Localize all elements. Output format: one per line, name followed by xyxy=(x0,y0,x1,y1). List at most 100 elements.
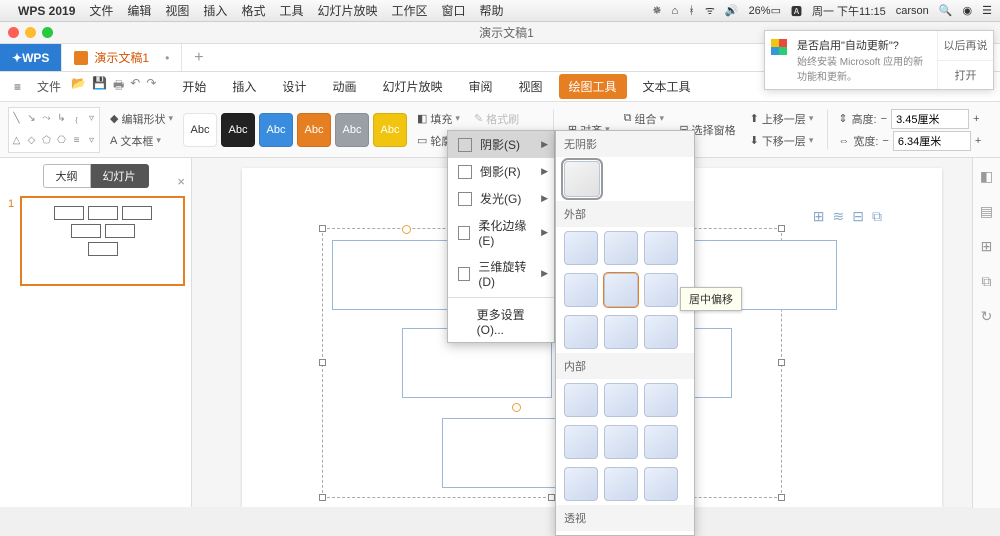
shadow-preset[interactable] xyxy=(564,273,598,307)
bluetooth-icon[interactable]: ᚼ xyxy=(688,5,695,17)
ribbon-tab-slideshow[interactable]: 幻灯片放映 xyxy=(372,74,452,99)
shape-gallery[interactable]: ╲↘⤳↳﹛▿ △◇⬠⎔≡▿ xyxy=(8,107,100,153)
save-icon[interactable]: 💾 xyxy=(92,76,107,97)
rail-icon[interactable]: ⧉ xyxy=(982,273,992,290)
file-menu[interactable]: 文件 xyxy=(31,74,67,99)
menu-view[interactable]: 视图 xyxy=(165,2,189,19)
shadow-preset[interactable] xyxy=(604,383,638,417)
height-input[interactable] xyxy=(891,109,969,129)
notification-center-icon[interactable]: ☰ xyxy=(982,4,992,17)
style-swatch[interactable]: Abc xyxy=(335,113,369,147)
ribbon-tab-design[interactable]: 设计 xyxy=(272,74,316,99)
style-swatches[interactable]: Abc Abc Abc Abc Abc Abc xyxy=(183,113,407,147)
siri-icon[interactable]: ◉ xyxy=(963,4,973,17)
shadow-preset-hover[interactable] xyxy=(604,273,638,307)
style-swatch[interactable]: Abc xyxy=(373,113,407,147)
menu-tools[interactable]: 工具 xyxy=(279,2,303,19)
shadow-preset[interactable] xyxy=(644,315,678,349)
shadow-preset[interactable] xyxy=(604,231,638,265)
panel-close-icon[interactable]: × xyxy=(177,174,185,189)
menu-window[interactable]: 窗口 xyxy=(442,2,466,19)
style-swatch[interactable]: Abc xyxy=(259,113,293,147)
notification-later-button[interactable]: 以后再说 xyxy=(938,31,993,61)
ribbon-tab-animation[interactable]: 动画 xyxy=(322,74,366,99)
align-tool-icon[interactable]: ⊟ xyxy=(852,208,864,225)
shadow-preset[interactable] xyxy=(644,231,678,265)
slides-tab[interactable]: 幻灯片 xyxy=(91,164,149,188)
effect-shadow[interactable]: 阴影(S)▶ xyxy=(448,131,554,158)
format-painter-button[interactable]: ✎ 格式刷 xyxy=(470,109,543,129)
wechat-icon[interactable]: ✵ xyxy=(652,4,661,17)
tab-wps-home[interactable]: ✦ WPS xyxy=(0,44,62,71)
style-swatch[interactable]: Abc xyxy=(221,113,255,147)
shadow-preset[interactable] xyxy=(564,425,598,459)
user-name[interactable]: carson xyxy=(896,5,929,17)
width-input[interactable] xyxy=(893,131,971,151)
menu-format[interactable]: 格式 xyxy=(241,2,265,19)
shadow-preset[interactable] xyxy=(644,425,678,459)
menu-slideshow[interactable]: 幻灯片放映 xyxy=(317,2,377,19)
shadow-preset[interactable] xyxy=(644,467,678,501)
ribbon-tab-view[interactable]: 视图 xyxy=(508,74,552,99)
style-swatch[interactable]: Abc xyxy=(297,113,331,147)
textbox-button[interactable]: A 文本框 ▾ xyxy=(106,131,177,151)
ribbon-tab-drawing-tools[interactable]: 绘图工具 xyxy=(559,74,627,99)
shadow-preset[interactable] xyxy=(604,425,638,459)
rail-icon[interactable]: ↻ xyxy=(981,308,993,325)
effect-more-settings[interactable]: 更多设置(O)... xyxy=(448,301,554,342)
tab-add[interactable]: + xyxy=(182,44,215,71)
hamburger-icon[interactable]: ≡ xyxy=(8,76,27,98)
align-tool-icon[interactable]: ⊞ xyxy=(813,208,825,225)
shadow-none[interactable] xyxy=(564,161,600,197)
undo-icon[interactable]: ↶ xyxy=(130,76,140,97)
volume-icon[interactable]: 🔊 xyxy=(725,4,739,17)
menu-edit[interactable]: 编辑 xyxy=(127,2,151,19)
edit-shape-button[interactable]: ◆ 编辑形状 ▾ xyxy=(106,109,177,129)
open-icon[interactable]: 📂 xyxy=(71,76,86,97)
clock[interactable]: 周一 下午11:15 xyxy=(812,3,886,19)
align-tool-icon[interactable]: ⧉ xyxy=(872,208,882,225)
rail-icon[interactable]: ▤ xyxy=(980,203,993,220)
tab-close-icon[interactable]: • xyxy=(165,51,169,65)
effect-3d-rotation[interactable]: 三维旋转(D)▶ xyxy=(448,253,554,294)
slide-thumbnail[interactable]: 1 xyxy=(20,196,185,286)
ribbon-tab-start[interactable]: 开始 xyxy=(172,74,216,99)
effect-soft-edges[interactable]: 柔化边缘(E)▶ xyxy=(448,212,554,253)
menu-insert[interactable]: 插入 xyxy=(203,2,227,19)
rail-icon[interactable]: ◧ xyxy=(980,168,993,185)
redo-icon[interactable]: ↷ xyxy=(146,76,156,97)
shadow-preset[interactable] xyxy=(564,383,598,417)
menu-help[interactable]: 帮助 xyxy=(480,2,504,19)
rail-icon[interactable]: ⊞ xyxy=(981,238,993,255)
style-swatch[interactable]: Abc xyxy=(183,113,217,147)
input-source-icon[interactable]: 🅰 xyxy=(791,3,802,19)
ribbon-tab-text-tools[interactable]: 文本工具 xyxy=(633,74,701,99)
wifi-icon[interactable]: ᯤ xyxy=(705,3,715,18)
effect-reflection[interactable]: 倒影(R)▶ xyxy=(448,158,554,185)
align-tool-icon[interactable]: ≋ xyxy=(833,208,845,225)
ribbon-tab-review[interactable]: 审阅 xyxy=(458,74,502,99)
battery-status[interactable]: 26% ▭ xyxy=(749,4,781,17)
outline-tab[interactable]: 大纲 xyxy=(43,164,91,188)
ribbon-tab-insert[interactable]: 插入 xyxy=(222,74,266,99)
fill-button[interactable]: ◧ 填充 ▾ xyxy=(413,109,464,129)
tab-document[interactable]: 演示文稿1 • xyxy=(62,44,182,71)
shadow-preset[interactable] xyxy=(644,273,678,307)
shadow-preset[interactable] xyxy=(564,315,598,349)
shadow-preset[interactable] xyxy=(564,231,598,265)
app-name[interactable]: WPS 2019 xyxy=(18,4,75,18)
shadow-preset[interactable] xyxy=(564,467,598,501)
shadow-preset[interactable] xyxy=(604,315,638,349)
spotlight-icon[interactable]: 🔍 xyxy=(939,4,953,17)
bring-forward-button[interactable]: ⬆ 上移一层 ▾ xyxy=(746,109,818,129)
send-backward-button[interactable]: ⬇ 下移一层 ▾ xyxy=(746,131,818,151)
effect-glow[interactable]: 发光(G)▶ xyxy=(448,185,554,212)
menu-workspace[interactable]: 工作区 xyxy=(391,2,427,19)
screencast-icon[interactable]: ⌂ xyxy=(672,5,679,17)
shadow-preset[interactable] xyxy=(644,383,678,417)
group-button[interactable]: ⧉ 组合 ▾ xyxy=(620,109,670,129)
shadow-preset[interactable] xyxy=(604,467,638,501)
menu-file[interactable]: 文件 xyxy=(89,2,113,19)
print-icon[interactable]: 🖶 xyxy=(113,76,124,97)
notification-open-button[interactable]: 打开 xyxy=(938,61,993,90)
